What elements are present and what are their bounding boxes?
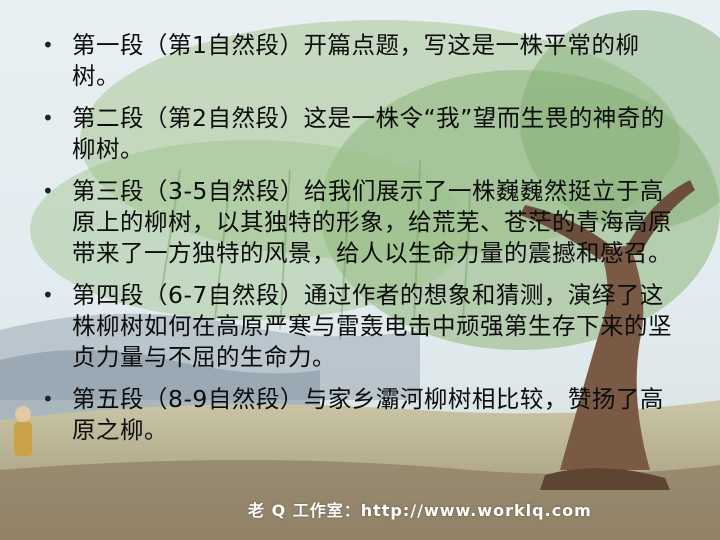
bullet-item: • 第三段（3-5自然段）给我们展示了一株巍巍然挺立于高原上的柳树，以其独特的形象… — [40, 176, 680, 269]
slide: • 第一段（第1自然段）开篇点题，写这是一株平常的柳树。 • 第二段（第2自然段）这… — [0, 0, 720, 540]
bullet-item: • 第四段（6-7自然段）通过作者的想象和猜测，演绎了这株柳树如何在高原严寒与雷轰… — [40, 280, 680, 373]
bullet-text: 第三段（3-5自然段）给我们展示了一株巍巍然挺立于高原上的柳树，以其独特的形象，… — [72, 177, 672, 267]
bullet-text: 第四段（6-7自然段）通过作者的想象和猜测，演绎了这株柳树如何在高原严寒与雷轰电… — [72, 281, 672, 371]
bullet-marker: • — [42, 283, 55, 307]
bullet-list: • 第一段（第1自然段）开篇点题，写这是一株平常的柳树。 • 第二段（第2自然段）这… — [40, 30, 680, 457]
bullet-marker: • — [42, 33, 55, 57]
bullet-item: • 第五段（8-9自然段）与家乡灞河柳树相比较，赞扬了高原之柳。 — [40, 384, 680, 446]
bullet-text: 第二段（第2自然段）这是一株令“我”望而生畏的神奇的柳树。 — [72, 104, 665, 163]
bullet-item: • 第二段（第2自然段）这是一株令“我”望而生畏的神奇的柳树。 — [40, 103, 680, 165]
bullet-item: • 第一段（第1自然段）开篇点题，写这是一株平常的柳树。 — [40, 30, 680, 92]
bullet-marker: • — [42, 387, 55, 411]
bullet-marker: • — [42, 106, 55, 130]
bullet-text: 第一段（第1自然段）开篇点题，写这是一株平常的柳树。 — [72, 31, 640, 90]
bullet-text: 第五段（8-9自然段）与家乡灞河柳树相比较，赞扬了高原之柳。 — [72, 385, 664, 444]
bullet-marker: • — [42, 179, 55, 203]
website-watermark: 老 Q 工作室：http://www.worklq.com — [248, 501, 592, 520]
